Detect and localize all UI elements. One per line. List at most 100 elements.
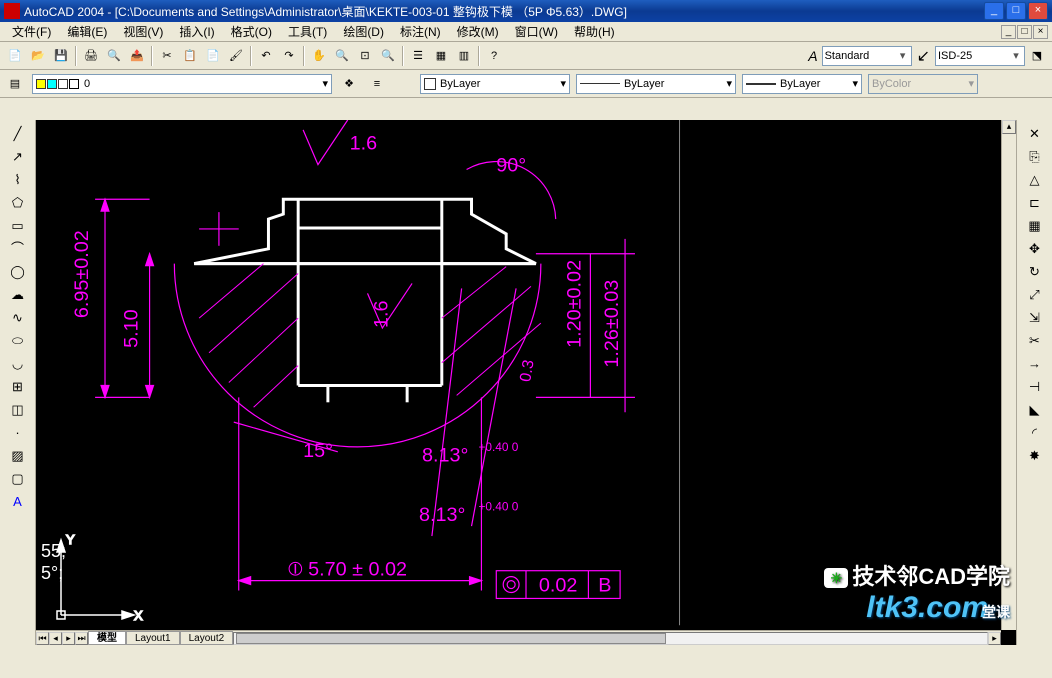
menu-view[interactable]: 视图(V) [115,22,171,41]
menu-help[interactable]: 帮助(H) [566,22,623,41]
dim-8a-tol: +0.40 0 [478,440,518,454]
close-button[interactable]: × [1028,2,1048,20]
dimstyle-mgr-icon[interactable]: ⬔ [1026,45,1048,67]
rotate-icon[interactable]: ↻ [1024,261,1046,283]
tab-model[interactable]: 模型 [88,631,126,645]
zoom-rt-icon[interactable]: 🔍 [331,45,353,67]
toolpalette-icon[interactable]: ▥ [453,45,475,67]
dim-style-combo[interactable]: ISD-25 ▾ [935,46,1025,66]
publish-icon[interactable]: 📤 [126,45,148,67]
color-combo[interactable]: ByLayer ▾ [420,74,570,94]
point-icon[interactable]: · [7,422,29,444]
explode-icon[interactable]: ✸ [1024,445,1046,467]
pline-icon[interactable]: ⌇ [7,169,29,191]
move-icon[interactable]: ✥ [1024,238,1046,260]
erase-icon[interactable]: ✕ [1024,123,1046,145]
line-icon[interactable]: ╱ [7,123,29,145]
tab-layout1[interactable]: Layout1 [126,631,180,645]
mtext-icon[interactable]: A [7,491,29,513]
tab-next-icon[interactable]: ▸ [62,632,75,645]
menu-draw[interactable]: 绘图(D) [335,22,392,41]
layer-combo[interactable]: 0 ▾ [32,74,332,94]
stretch-icon[interactable]: ⇲ [1024,307,1046,329]
print-icon[interactable]: 🖨 [80,45,102,67]
menu-modify[interactable]: 修改(M) [449,22,507,41]
fillet-icon[interactable]: ◜ [1024,422,1046,444]
trim-icon[interactable]: ✂ [1024,330,1046,352]
dim-8b: 8.13° [419,504,465,526]
ellipsearc-icon[interactable]: ◡ [7,353,29,375]
scroll-up-icon[interactable]: ▴ [1002,120,1016,134]
zoom-win-icon[interactable]: ⊡ [354,45,376,67]
arc-icon[interactable]: ⌒ [7,238,29,260]
redo-icon[interactable]: ↷ [278,45,300,67]
save-icon[interactable]: 💾 [50,45,72,67]
insert-icon[interactable]: ⊞ [7,376,29,398]
new-icon[interactable]: 📄 [4,45,26,67]
wechat-icon: ✳ [824,568,848,588]
polygon-icon[interactable]: ⬠ [7,192,29,214]
doc-restore[interactable]: □ [1017,25,1032,39]
menu-file[interactable]: 文件(F) [4,22,59,41]
tab-first-icon[interactable]: ⏮ [36,632,49,645]
dim-1-20: 1.20±0.02 [563,260,585,348]
extend-icon[interactable]: → [1024,353,1046,375]
scroll-right-icon[interactable]: ▸ [988,632,1001,645]
preview-icon[interactable]: 🔍 [103,45,125,67]
menu-window[interactable]: 窗口(W) [507,22,566,41]
xline-icon[interactable]: ↗ [7,146,29,168]
circle-icon[interactable]: ◯ [7,261,29,283]
help-icon[interactable]: ? [483,45,505,67]
doc-close[interactable]: × [1033,25,1048,39]
minimize-button[interactable]: _ [984,2,1004,20]
scale-icon[interactable]: ⤢ [1024,284,1046,306]
pan-icon[interactable]: ✋ [308,45,330,67]
properties-icon[interactable]: ☰ [407,45,429,67]
tab-layout2[interactable]: Layout2 [180,631,234,645]
plotstyle-value: ByColor [872,78,911,90]
vscrollbar[interactable]: ▴ [1001,120,1016,630]
spline-icon[interactable]: ∿ [7,307,29,329]
layer-states-icon[interactable]: ≡ [366,73,388,95]
doc-minimize[interactable]: _ [1001,25,1016,39]
offset-icon[interactable]: ⊏ [1024,192,1046,214]
hscroll-track[interactable] [233,632,988,645]
hscroll-thumb[interactable] [236,633,666,644]
region-icon[interactable]: ▢ [7,468,29,490]
copy-icon[interactable]: 📋 [179,45,201,67]
menu-dimension[interactable]: 标注(N) [392,22,449,41]
matchprop-icon[interactable]: 🖌 [225,45,247,67]
break-icon[interactable]: ⊣ [1024,376,1046,398]
dim-8b-tol: +0.40 0 [478,499,518,513]
tab-last-icon[interactable]: ⏭ [75,632,88,645]
cut-icon[interactable]: ✂ [156,45,178,67]
window-controls: _ □ × [984,2,1048,20]
copy2-icon[interactable]: ⎘ [1024,146,1046,168]
undo-icon[interactable]: ↶ [255,45,277,67]
layer-prev-icon[interactable]: ❖ [338,73,360,95]
hatch-icon[interactable]: ▨ [7,445,29,467]
menu-insert[interactable]: 插入(I) [171,22,222,41]
menu-format[interactable]: 格式(O) [223,22,280,41]
array-icon[interactable]: ▦ [1024,215,1046,237]
menu-tools[interactable]: 工具(T) [280,22,335,41]
paste-icon[interactable]: 📄 [202,45,224,67]
linetype-combo[interactable]: ByLayer ▾ [576,74,736,94]
block-icon[interactable]: ◫ [7,399,29,421]
mirror-icon[interactable]: △ [1024,169,1046,191]
rectangle-icon[interactable]: ▭ [7,215,29,237]
menu-edit[interactable]: 编辑(E) [59,22,115,41]
open-icon[interactable]: 📂 [27,45,49,67]
ellipse-icon[interactable]: ⬭ [7,330,29,352]
designcenter-icon[interactable]: ▦ [430,45,452,67]
drawing-area[interactable]: 6.95±0.02 5.10 1.20±0.02 1.26±0.03 1.6 1… [36,120,1016,645]
revcloud-icon[interactable]: ☁ [7,284,29,306]
lineweight-combo[interactable]: ByLayer ▾ [742,74,862,94]
chamfer-icon[interactable]: ◣ [1024,399,1046,421]
layer-mgr-icon[interactable]: ▤ [4,73,26,95]
zoom-prev-icon[interactable]: 🔍 [377,45,399,67]
lineweight-preview-icon [746,83,776,85]
maximize-button[interactable]: □ [1006,2,1026,20]
tab-prev-icon[interactable]: ◂ [49,632,62,645]
text-style-combo[interactable]: Standard ▾ [822,46,912,66]
